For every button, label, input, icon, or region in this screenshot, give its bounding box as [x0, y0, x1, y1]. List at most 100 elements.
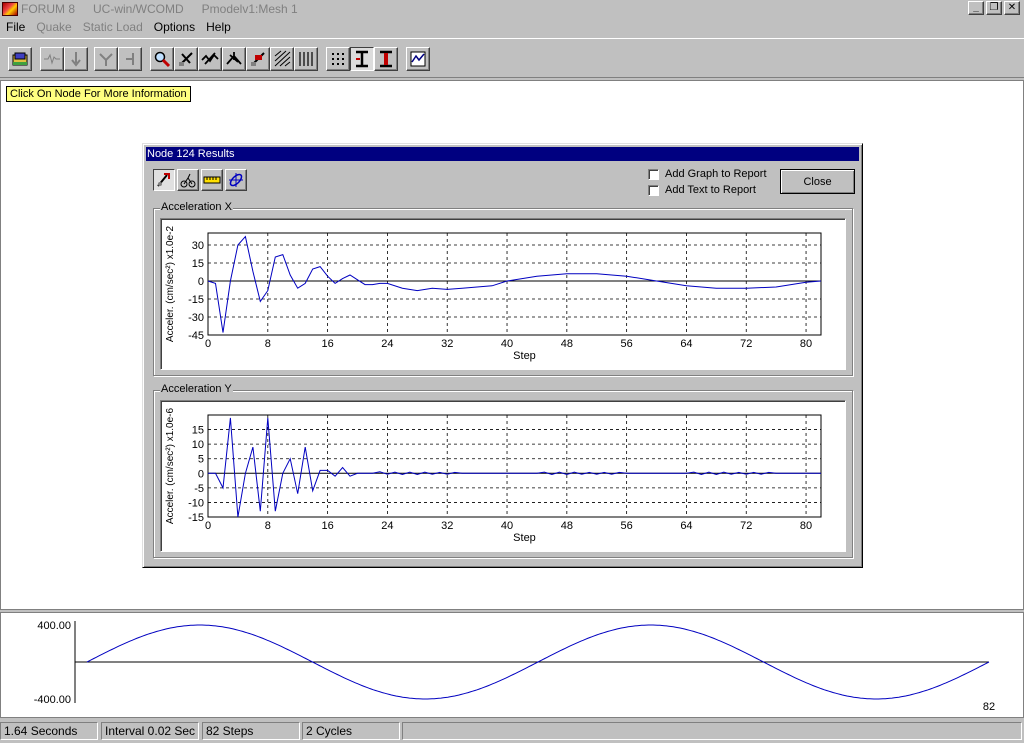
boundary-icon[interactable]	[118, 47, 142, 71]
menu-bar: File Quake Static Load Options Help	[0, 18, 1024, 36]
acc-x-y-tick-label: -15	[188, 294, 204, 306]
add-text-label: Add Text to Report	[665, 184, 756, 196]
acc-x-x-tick-label: 40	[501, 338, 513, 350]
displacement-icon[interactable]	[222, 47, 246, 71]
acc-y-x-tick-label: 48	[561, 520, 573, 532]
acc-y-x-tick-label: 0	[205, 520, 211, 532]
orbit-icon[interactable]	[225, 169, 247, 191]
velocity-icon[interactable]	[177, 169, 199, 191]
acc-y-x-tick-label: 40	[501, 520, 513, 532]
close-button[interactable]: Close	[780, 169, 855, 194]
menu-quake[interactable]: Quake	[30, 20, 76, 34]
acc-x-x-tick-label: 24	[381, 338, 393, 350]
title-product: UC-win/WCOMD	[93, 2, 184, 16]
title-app-name: FORUM 8	[21, 2, 75, 16]
wave-end-label: 82	[983, 701, 995, 713]
open-file-icon[interactable]	[8, 47, 32, 71]
status-cycles: 2 Cycles	[302, 722, 400, 740]
acceleration-x-plot: 0 8 16 24 32 40 48 56 64 72 80 30 15 0 -15 -30 -45 Step Ac…	[160, 218, 846, 370]
app-icon[interactable]	[2, 2, 18, 16]
acceleration-y-plot: 0 8 16 24 32 40 48 56 64 72 80 15 10 5 0 -5 -10 -15 Step Ac…	[160, 400, 846, 552]
acc-y-x-tick-label: 72	[740, 520, 752, 532]
menu-help[interactable]: Help	[200, 20, 236, 34]
acc-y-y-tick-label: -5	[194, 483, 204, 495]
acceleration-x-chart: 0 8 16 24 32 40 48 56 64 72 80 30 15 0 -15 -30 -45 Step Ac…	[165, 225, 822, 362]
close-window-button[interactable]: ✕	[1004, 1, 1020, 15]
acc-x-y-tick-label: 30	[192, 240, 204, 252]
acc-x-x-tick-label: 64	[680, 338, 692, 350]
acc-x-y-tick-label: 0	[198, 276, 204, 288]
acc-y-y-axis-label: Acceler. (cm/sec²) x1.0e-6	[165, 407, 176, 524]
displacement-ruler-icon[interactable]	[201, 169, 223, 191]
acc-x-x-tick-label: 16	[321, 338, 333, 350]
load-arrow-icon[interactable]	[64, 47, 88, 71]
node-grid-icon[interactable]	[326, 47, 350, 71]
acc-x-x-axis-label: Step	[513, 350, 536, 362]
minimize-button[interactable]: _	[968, 1, 984, 15]
acceleration-x-group: Acceleration X 0 8 16 24 32 40 48 56 64 72 80 30 15 0…	[153, 201, 853, 376]
wave-max-label: 400.00	[37, 620, 71, 632]
menu-file[interactable]: File	[0, 20, 30, 34]
acc-y-x-tick-label: 24	[381, 520, 393, 532]
status-interval: Interval 0.02 Sec	[101, 722, 199, 740]
stress-icon[interactable]	[246, 47, 270, 71]
acc-x-y-axis-label: Acceler. (cm/sec²) x1.0e-2	[165, 225, 176, 342]
input-wave-chart: 400.00 -400.00 82	[34, 620, 995, 713]
acceleration-icon[interactable]	[153, 169, 175, 191]
acceleration-y-chart: 0 8 16 24 32 40 48 56 64 72 80 15 10 5 0 -5 -10 -15 Step Ac…	[165, 407, 822, 544]
acc-x-x-tick-label: 48	[561, 338, 573, 350]
status-steps: 82 Steps	[202, 722, 300, 740]
menu-options[interactable]: Options	[148, 20, 200, 34]
acceleration-y-label: Acceleration Y	[160, 383, 233, 395]
member-icon[interactable]	[174, 47, 198, 71]
acc-x-y-tick-label: 15	[192, 258, 204, 270]
restore-button[interactable]: ❐	[986, 1, 1002, 15]
input-wave-panel: 400.00 -400.00 82	[0, 612, 1024, 718]
acc-y-y-tick-label: 0	[198, 468, 204, 480]
acc-y-y-tick-label: 10	[192, 439, 204, 451]
acc-x-y-tick-label: -45	[188, 330, 204, 342]
node-result-icon[interactable]	[350, 47, 374, 71]
add-text-check-box[interactable]	[648, 184, 659, 196]
toolbar	[0, 38, 1024, 78]
dialog-title[interactable]: Node 124 Results	[146, 147, 859, 161]
acc-y-x-tick-label: 8	[265, 520, 271, 532]
acc-y-x-tick-label: 32	[441, 520, 453, 532]
graph-window-icon[interactable]	[406, 47, 430, 71]
rebar-icon[interactable]	[294, 47, 318, 71]
acc-x-plot-area	[207, 232, 822, 336]
acc-x-x-tick-label: 56	[621, 338, 633, 350]
acc-y-y-tick-label: 15	[192, 425, 204, 437]
zoom-icon[interactable]	[150, 47, 174, 71]
element-result-icon[interactable]	[374, 47, 398, 71]
deform-icon[interactable]	[198, 47, 222, 71]
acc-y-x-tick-label: 80	[800, 520, 812, 532]
acceleration-y-group: Acceleration Y 0 8 16 24 32 40 48 56 64 72 80 15 10 5…	[153, 383, 853, 558]
wave-min-label: -400.00	[34, 694, 71, 706]
title-bar: FORUM 8 UC-win/WCOMD Pmodelv1:Mesh 1 _ ❐…	[0, 0, 1024, 18]
acc-x-y-tick-label: -30	[188, 312, 204, 324]
support-icon[interactable]	[94, 47, 118, 71]
acc-x-x-tick-label: 0	[205, 338, 211, 350]
acc-y-y-tick-label: -10	[188, 497, 204, 509]
node-results-dialog: Node 124 Results Add Graph to Report Add…	[142, 143, 863, 568]
acc-y-x-axis-label: Step	[513, 532, 536, 544]
acc-x-x-tick-label: 8	[265, 338, 271, 350]
menu-static-load[interactable]: Static Load	[77, 20, 148, 34]
quake-wave-icon[interactable]	[40, 47, 64, 71]
add-text-checkbox[interactable]: Add Text to Report	[648, 184, 756, 196]
acc-y-y-tick-label: 5	[198, 454, 204, 466]
crack-pattern-icon[interactable]	[270, 47, 294, 71]
acc-x-x-tick-label: 72	[740, 338, 752, 350]
title-document: Pmodelv1:Mesh 1	[201, 2, 298, 16]
add-graph-label: Add Graph to Report	[665, 168, 767, 180]
acc-x-x-tick-label: 32	[441, 338, 453, 350]
acc-y-x-tick-label: 56	[621, 520, 633, 532]
acc-y-plot-area	[207, 414, 822, 518]
status-bar: 1.64 Seconds Interval 0.02 Sec 82 Steps …	[0, 721, 1024, 741]
status-duration: 1.64 Seconds	[0, 722, 98, 740]
add-graph-check-box[interactable]	[648, 168, 659, 180]
workspace[interactable]: Click On Node For More Information Node …	[0, 80, 1024, 610]
add-graph-checkbox[interactable]: Add Graph to Report	[648, 168, 767, 180]
status-empty	[402, 722, 1022, 740]
